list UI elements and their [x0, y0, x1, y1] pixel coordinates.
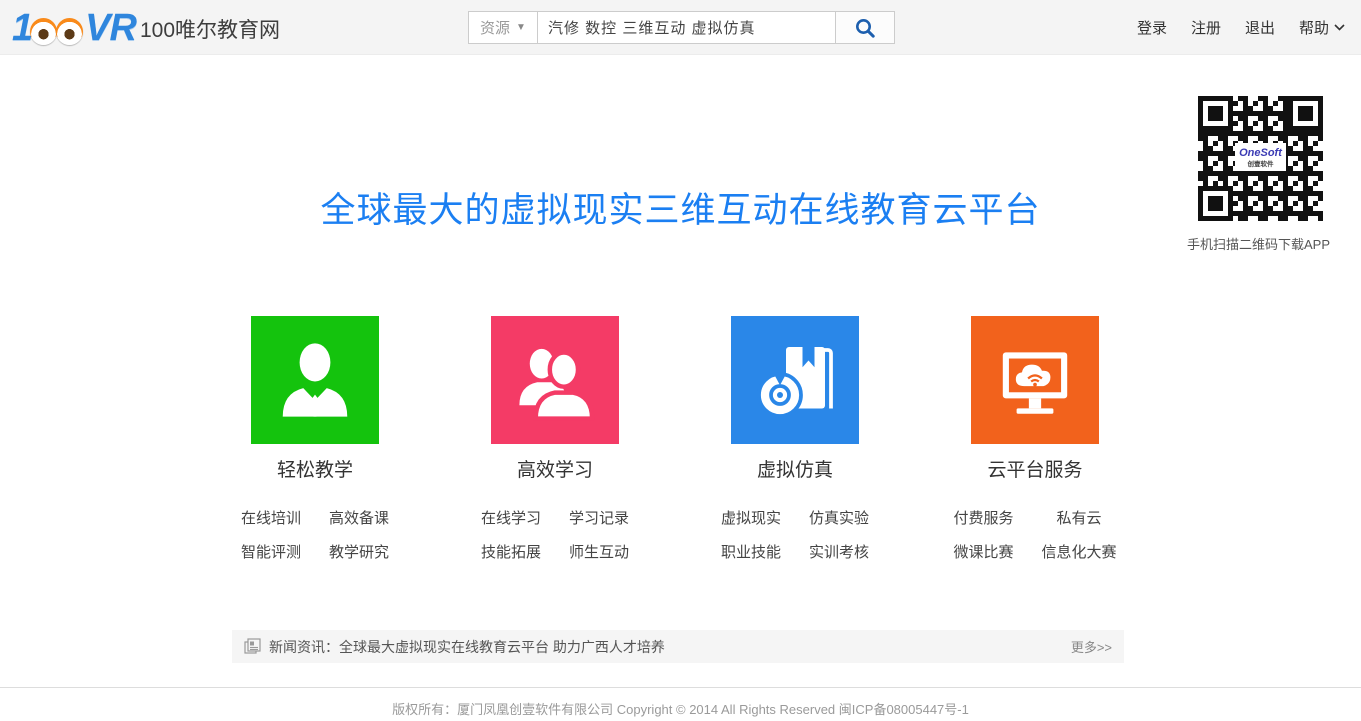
feature-link[interactable]: 私有云 — [1057, 507, 1102, 528]
feature-link[interactable]: 虚拟现实 — [721, 507, 781, 528]
news-headline-link[interactable]: 全球最大虚拟现实在线教育云平台 助力广西人才培养 — [339, 637, 665, 657]
qr-center-brand: 创壹软件 — [1246, 159, 1274, 168]
qr-code: OneSoft创壹软件 — [1198, 96, 1323, 221]
easy-teaching-tile[interactable] — [251, 316, 379, 444]
feature-links: 在线培训 高效备课 智能评测 教学研究 — [241, 507, 389, 562]
search-category-label: 资源 — [480, 17, 510, 38]
chevron-down-icon: ▼ — [516, 22, 526, 33]
logo-text-1: 1 — [12, 7, 31, 50]
logo-text-vr: VR — [85, 7, 136, 50]
qr-center-brand: OneSoft — [1239, 147, 1283, 159]
feature-title[interactable]: 云平台服务 — [987, 455, 1082, 482]
top-header: 1 VR 100唯尔教育网 资源 ▼ 登录 注册 退出 帮助 — [0, 0, 1361, 55]
virtual-simulation-tile[interactable] — [731, 316, 859, 444]
search-icon — [853, 16, 877, 40]
feature-link[interactable]: 在线学习 — [481, 507, 541, 528]
feature-cloud-platform: 云平台服务 付费服务 私有云 微课比赛 信息化大赛 — [915, 316, 1155, 562]
teacher-icon — [271, 332, 359, 428]
help-menu[interactable]: 帮助 — [1299, 17, 1345, 38]
feature-virtual-simulation: 虚拟仿真 虚拟现实 仿真实验 职业技能 实训考核 — [675, 316, 915, 562]
feature-link[interactable]: 仿真实验 — [809, 507, 869, 528]
qr-block: OneSoft创壹软件 手机扫描二维码下载APP — [1195, 96, 1325, 253]
students-icon — [509, 332, 601, 428]
news-bar: 新闻资讯： 全球最大虚拟现实在线教育云平台 助力广西人才培养 更多>> — [232, 630, 1124, 663]
efficient-learning-tile[interactable] — [491, 316, 619, 444]
more-link[interactable]: 更多>> — [1071, 637, 1112, 656]
qr-caption: 手机扫描二维码下载APP — [1187, 234, 1325, 253]
feature-link[interactable]: 微课比赛 — [953, 541, 1013, 562]
logo-eye-icon — [30, 18, 57, 45]
feature-easy-teaching: 轻松教学 在线培训 高效备课 智能评测 教学研究 — [195, 316, 435, 562]
feature-link[interactable]: 技能拓展 — [481, 541, 541, 562]
feature-efficient-learning: 高效学习 在线学习 学习记录 技能拓展 师生互动 — [435, 316, 675, 562]
feature-link[interactable]: 信息化大赛 — [1042, 541, 1117, 562]
feature-title[interactable]: 轻松教学 — [277, 455, 353, 482]
feature-link[interactable]: 学习记录 — [569, 507, 629, 528]
chevron-down-icon — [1334, 24, 1345, 31]
site-name: 100唯尔教育网 — [140, 14, 280, 44]
hero-headline: 全球最大的虚拟现实三维互动在线教育云平台 — [0, 182, 1361, 233]
help-label: 帮助 — [1299, 17, 1329, 38]
newspaper-icon — [244, 638, 261, 655]
book-disc-icon — [750, 333, 840, 427]
feature-link[interactable]: 在线培训 — [241, 507, 301, 528]
copyright-text: 版权所有：厦门凤凰创壹软件有限公司 Copyright © 2014 All R… — [0, 699, 1361, 718]
page: 1 VR 100唯尔教育网 资源 ▼ 登录 注册 退出 帮助 — [0, 0, 1361, 721]
cloud-platform-tile[interactable] — [971, 316, 1099, 444]
feature-link[interactable]: 付费服务 — [953, 507, 1013, 528]
cloud-monitor-icon — [989, 332, 1081, 428]
feature-links: 在线学习 学习记录 技能拓展 师生互动 — [481, 507, 629, 562]
login-link[interactable]: 登录 — [1137, 17, 1167, 38]
feature-link[interactable]: 教学研究 — [329, 541, 389, 562]
feature-link[interactable]: 实训考核 — [809, 541, 869, 562]
feature-title[interactable]: 虚拟仿真 — [757, 455, 833, 482]
feature-links: 虚拟现实 仿真实验 职业技能 实训考核 — [721, 507, 869, 562]
search-category-dropdown[interactable]: 资源 ▼ — [468, 11, 538, 44]
logout-link[interactable]: 退出 — [1245, 17, 1275, 38]
search-bar: 资源 ▼ — [468, 11, 895, 44]
search-button[interactable] — [835, 11, 895, 44]
logo-eye-icon — [56, 18, 83, 45]
search-input[interactable] — [538, 11, 836, 44]
register-link[interactable]: 注册 — [1191, 17, 1221, 38]
feature-links: 付费服务 私有云 微课比赛 信息化大赛 — [953, 507, 1116, 562]
feature-title[interactable]: 高效学习 — [517, 455, 593, 482]
news-label: 新闻资讯： — [269, 637, 339, 657]
user-links: 登录 注册 退出 帮助 — [1137, 0, 1345, 55]
logo[interactable]: 1 VR — [12, 7, 136, 50]
feature-link[interactable]: 职业技能 — [721, 541, 781, 562]
feature-link[interactable]: 高效备课 — [329, 507, 389, 528]
feature-link[interactable]: 智能评测 — [241, 541, 301, 562]
feature-link[interactable]: 师生互动 — [569, 541, 629, 562]
footer-divider — [0, 687, 1361, 688]
